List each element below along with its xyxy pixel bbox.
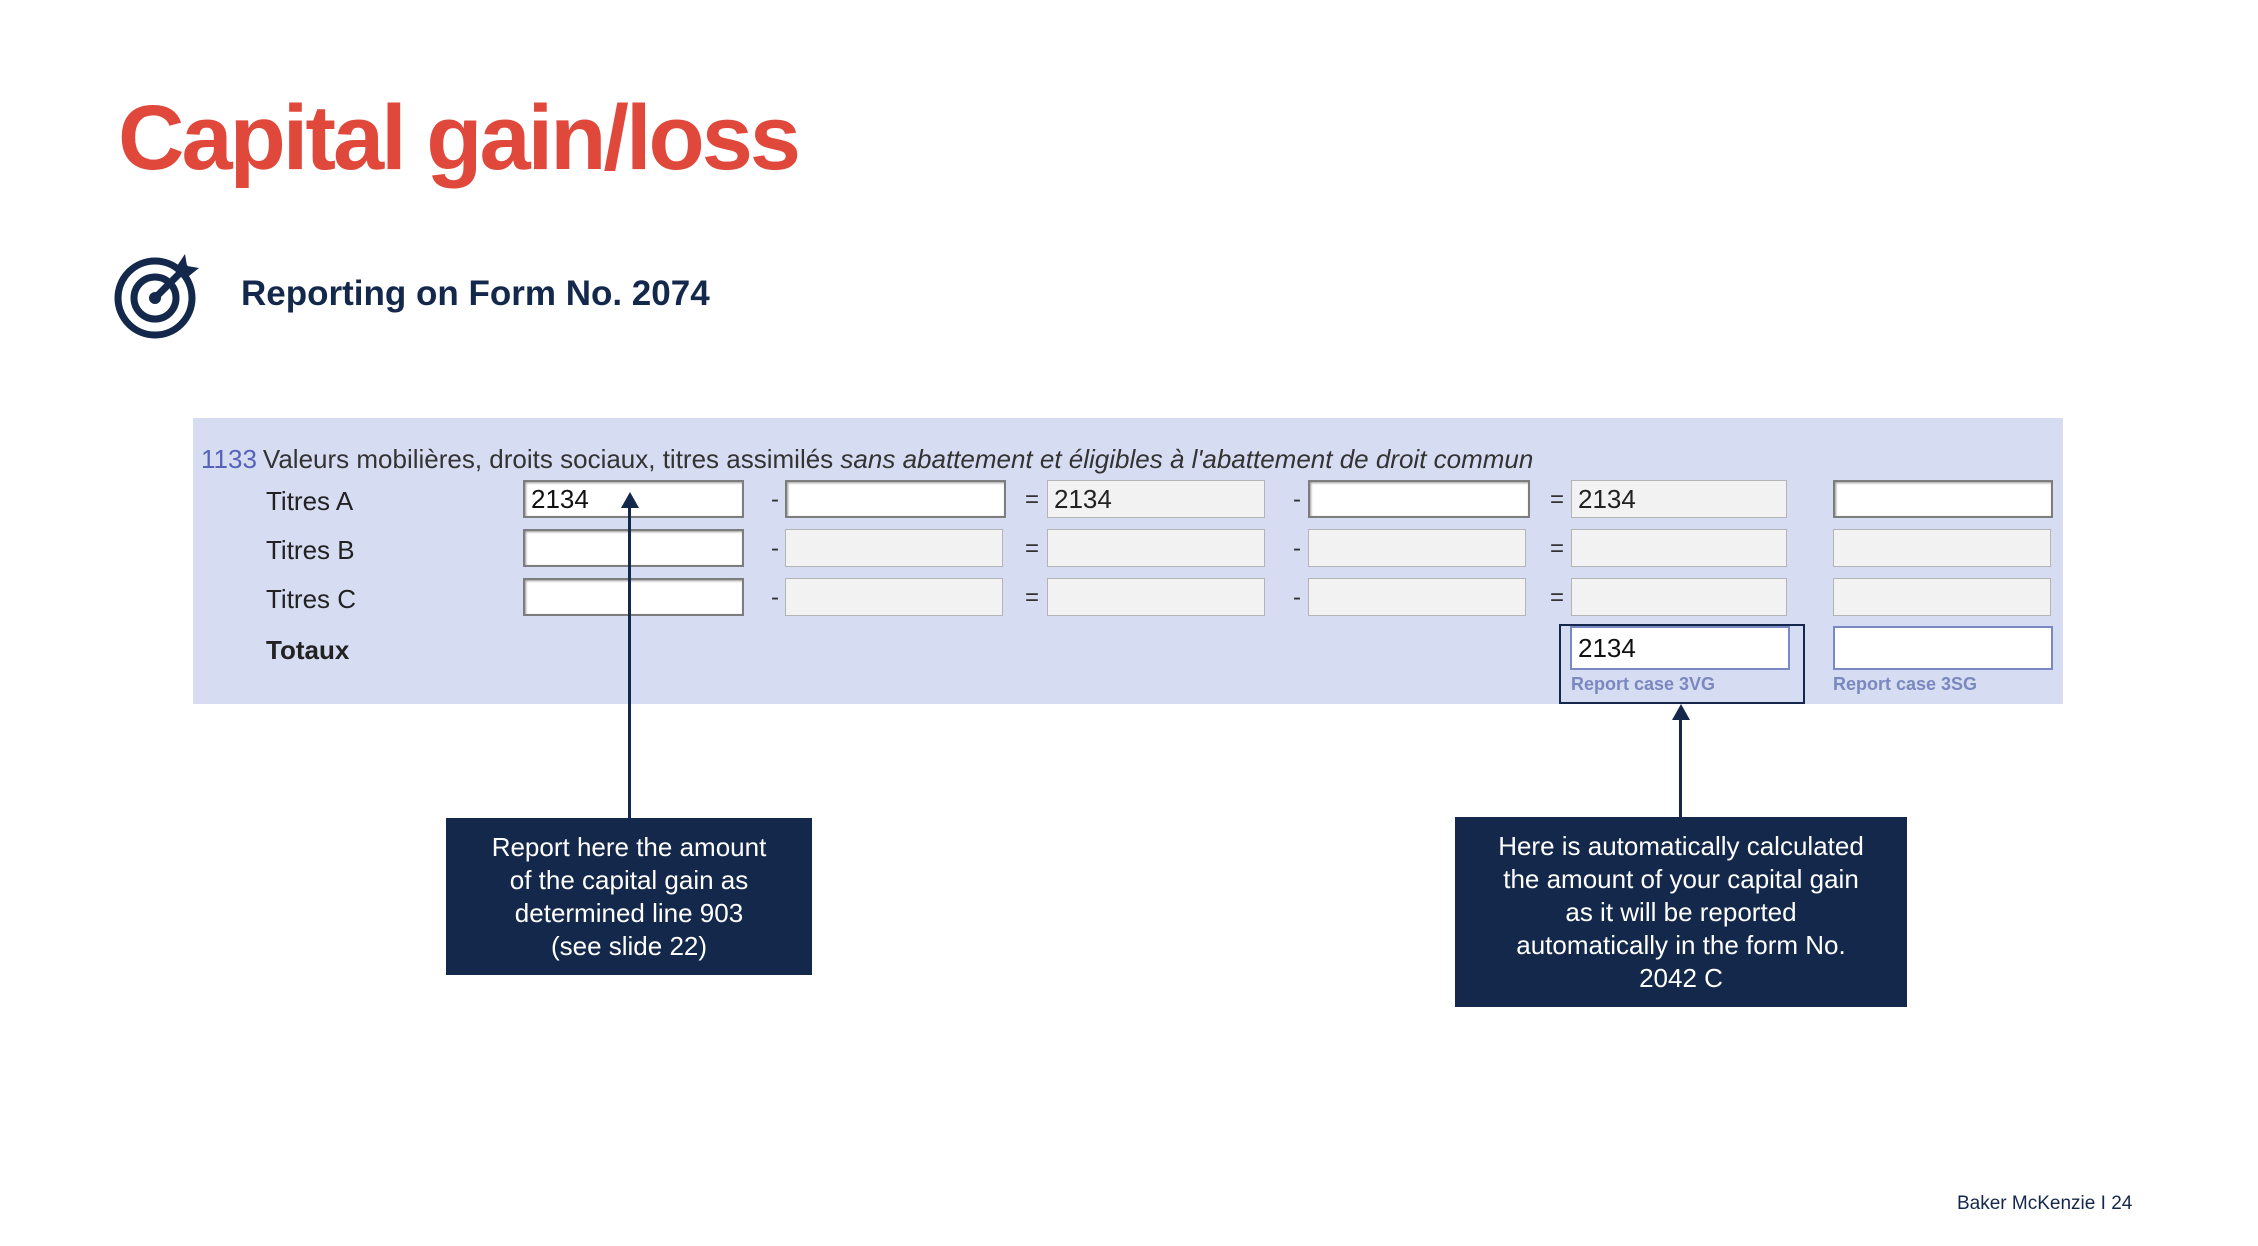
titres-b-field-3 [1047, 529, 1265, 567]
operator-equals: = [1025, 584, 1040, 611]
report-case-3sg-label: Report case 3SG [1833, 674, 1978, 694]
page-number: 24 [2111, 1193, 2133, 1214]
operator-equals: = [1550, 486, 1565, 513]
total-highlight-box [1559, 624, 1805, 704]
titres-b-field-6 [1833, 529, 2051, 567]
operator-minus: - [1293, 584, 1301, 611]
footer-brand: Baker McKenzie [1957, 1193, 2096, 1214]
operator-minus: - [1293, 535, 1301, 562]
target-icon [114, 254, 199, 339]
section-title-italic: sans abattement et éligibles à l'abattem… [840, 444, 1534, 474]
form-section-title: 1133 Valeurs mobilières, droits sociaux, … [201, 444, 1533, 475]
titres-a-field-6[interactable] [1833, 480, 2053, 518]
operator-equals: = [1025, 486, 1040, 513]
slide-subtitle: Reporting on Form No. 2074 [241, 274, 710, 313]
titres-a-field-2[interactable] [785, 480, 1006, 518]
row-label-titres-b: Titres B [266, 535, 355, 565]
section-number: 1133 [201, 444, 257, 474]
operator-equals: = [1550, 535, 1565, 562]
callout-left: Report here the amount of the capital ga… [446, 818, 812, 975]
titres-b-field-1[interactable] [523, 529, 744, 567]
row-label-titres-c: Titres C [266, 584, 357, 614]
titres-a-field-3 [1047, 480, 1265, 518]
row-label-totaux: Totaux [266, 635, 350, 665]
right-arrow-head-icon [1672, 704, 1690, 720]
section-title-plain: Valeurs mobilières, droits sociaux, titr… [262, 444, 834, 474]
titres-c-field-4 [1308, 578, 1526, 616]
titres-a-field-4[interactable] [1308, 480, 1530, 518]
operator-minus: - [771, 535, 779, 562]
titres-c-field-3 [1047, 578, 1265, 616]
titres-b-field-5 [1571, 529, 1787, 567]
footer-separator: I [2100, 1193, 2106, 1214]
slide-title: Capital gain/loss [118, 87, 801, 189]
titres-b-field-2 [785, 529, 1003, 567]
titres-c-field-2 [785, 578, 1003, 616]
titres-c-field-5 [1571, 578, 1787, 616]
right-arrow-line [1679, 718, 1682, 818]
left-arrow-head-icon [621, 492, 639, 508]
section-description: Valeurs mobilières, droits sociaux, titr… [263, 444, 1533, 474]
footer: Baker McKenzie I 24 [1957, 1193, 2132, 1215]
titres-b-field-4 [1308, 529, 1526, 567]
titres-c-field-1[interactable] [523, 578, 744, 616]
operator-equals: = [1550, 584, 1565, 611]
operator-minus: - [771, 584, 779, 611]
left-arrow-line [628, 506, 631, 818]
operator-minus: - [771, 486, 779, 513]
callout-right: Here is automatically calculated the amo… [1455, 817, 1907, 1007]
titres-a-field-5 [1571, 480, 1787, 518]
operator-equals: = [1025, 535, 1040, 562]
operator-minus: - [1293, 486, 1301, 513]
titres-c-field-6 [1833, 578, 2051, 616]
row-label-titres-a: Titres A [266, 486, 354, 516]
total-loss-field[interactable] [1833, 626, 2053, 670]
